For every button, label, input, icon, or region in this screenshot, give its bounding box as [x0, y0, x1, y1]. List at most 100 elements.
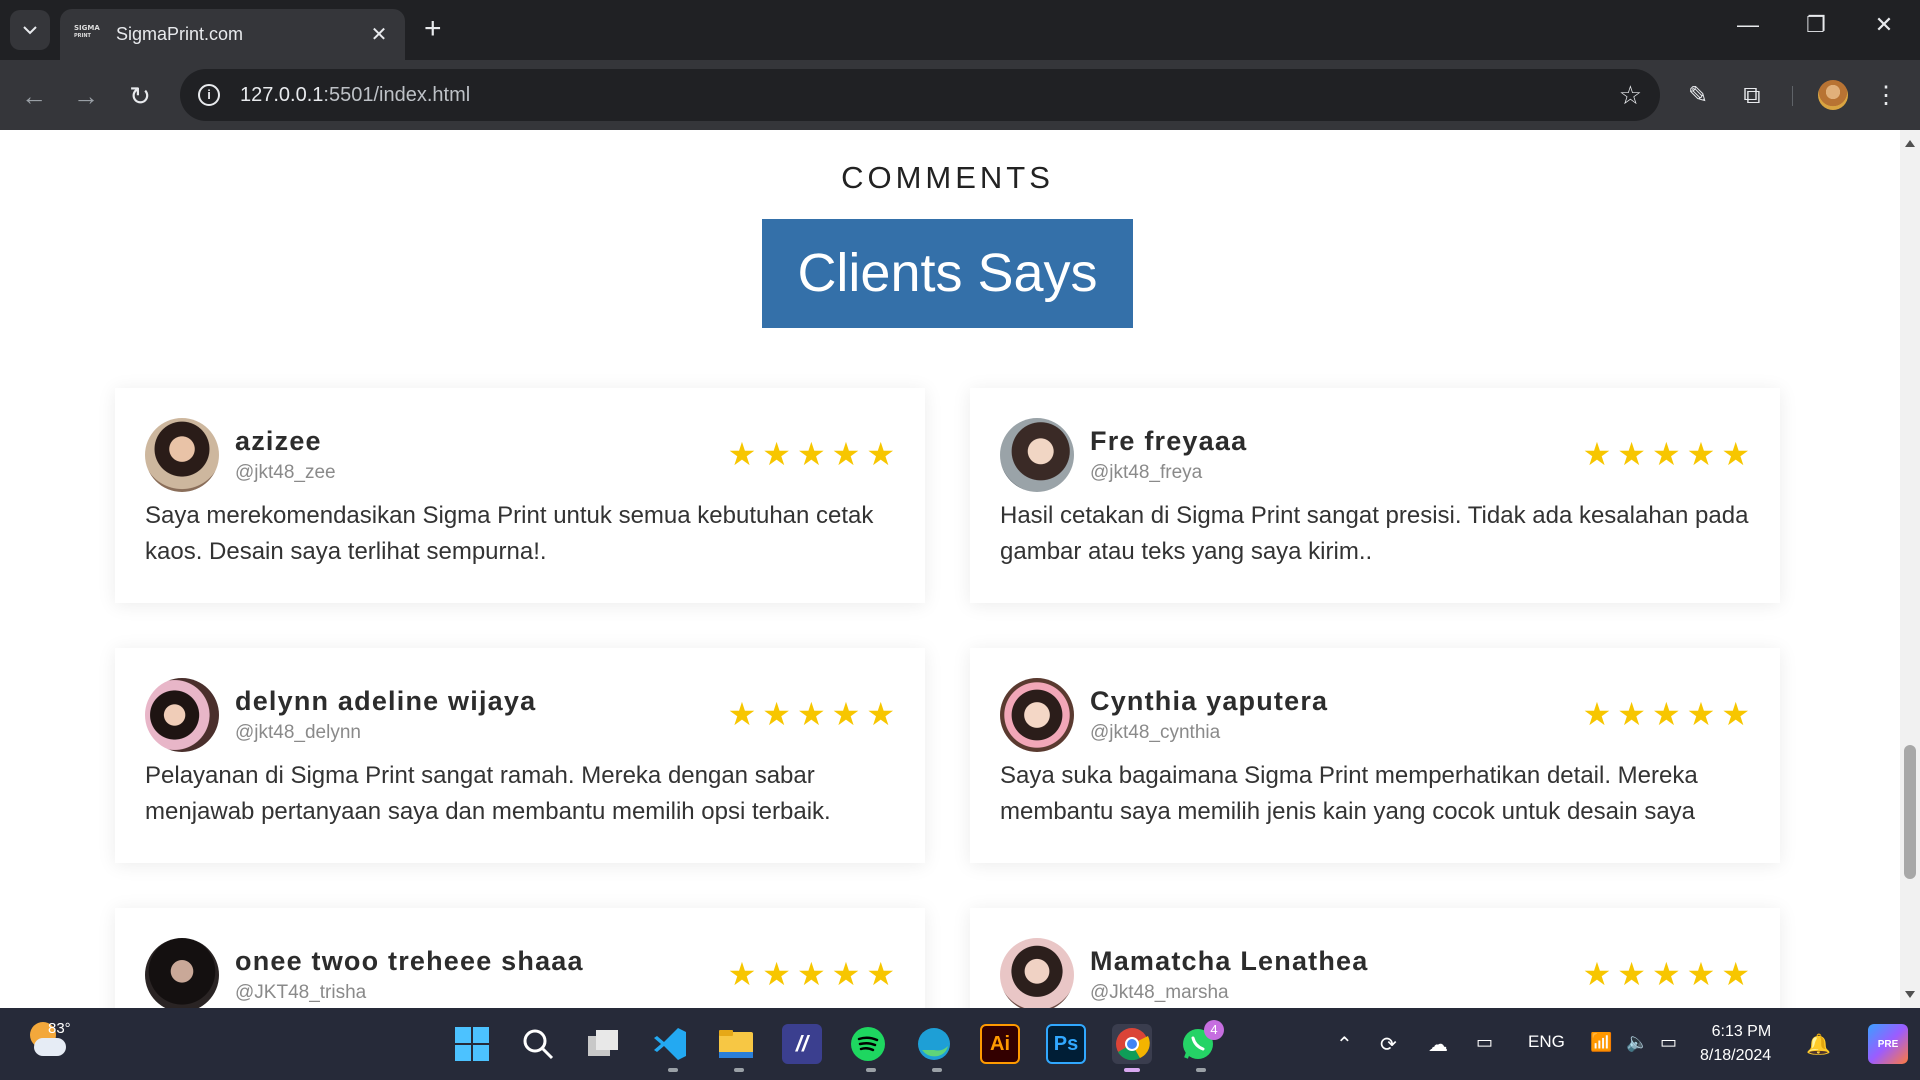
avatar [1000, 938, 1074, 1008]
star-icon: ★ [831, 436, 861, 472]
comment-text: Saya merekomendasikan Sigma Print untuk … [145, 502, 874, 565]
star-icon: ★ [831, 696, 861, 732]
windows-start-icon[interactable] [452, 1024, 492, 1064]
star-rating: ★ ★ ★ ★ ★ [728, 698, 895, 730]
search-icon[interactable] [518, 1024, 558, 1064]
comment-card: azizee @jkt48_zee ★ ★ ★ ★ ★ Saya merekomenda… [115, 388, 925, 603]
extensions-icon[interactable]: ⧉ [1732, 76, 1772, 116]
menu-kebab-icon[interactable]: ⋮ [1866, 76, 1906, 116]
running-indicator [734, 1068, 744, 1072]
running-indicator [866, 1068, 876, 1072]
section-eyebrow: COMMENTS [841, 160, 1054, 195]
illustrator-icon[interactable]: Ai [980, 1024, 1020, 1064]
running-indicator [668, 1068, 678, 1072]
star-icon: ★ [762, 956, 791, 992]
reload-icon[interactable]: ↻ [120, 76, 160, 116]
input-language[interactable]: ENG [1528, 1032, 1565, 1052]
wifi-icon[interactable]: 📶 [1590, 1032, 1612, 1053]
edge-icon[interactable] [914, 1024, 954, 1064]
star-rating: ★ ★ ★ ★ ★ [1583, 698, 1750, 730]
commenter-handle: @jkt48_cynthia [1090, 722, 1221, 743]
star-icon: ★ [1686, 436, 1716, 472]
browser-toolbar: ← → ↻ i 127.0.0.1:5501/index.html ☆ ✎ ⧉ … [0, 60, 1920, 130]
profile-avatar[interactable] [1818, 80, 1848, 110]
tab-search-button[interactable] [10, 10, 50, 50]
browser-titlebar: SIGMA PRINT SigmaPrint.com ✕ + — ❐ ✕ [0, 0, 1920, 60]
volume-icon[interactable]: 🔈 [1626, 1032, 1648, 1053]
comment-card: delynn adeline wijaya @jkt48_delynn ★ ★ ★ ★… [115, 648, 925, 863]
taskbar-clock[interactable]: 6:13 PM 8/18/2024 [1700, 1020, 1771, 1068]
star-icon: ★ [1651, 956, 1681, 992]
clients-says-banner: Clients Says [762, 219, 1133, 328]
chrome-icon[interactable] [1112, 1024, 1152, 1064]
avatar [145, 418, 219, 492]
task-view-icon[interactable] [584, 1024, 624, 1064]
comment-text: Hasil cetakan di Sigma Print sangat pres… [1000, 502, 1749, 565]
photoshop-icon[interactable]: Ps [1046, 1024, 1086, 1064]
sync-icon[interactable]: ⟳ [1380, 1032, 1397, 1057]
comment-card: Cynthia yaputera @jkt48_cynthia ★ ★ ★ ★ ★ Sa… [970, 648, 1780, 863]
battery-icon[interactable]: ▭ [1660, 1032, 1677, 1053]
url-text[interactable]: 127.0.0.1:5501/index.html [240, 84, 1619, 107]
page-scrollbar[interactable] [1900, 130, 1920, 1008]
star-icon: ★ [1651, 436, 1681, 472]
vscode-icon[interactable] [650, 1024, 690, 1064]
browser-tab[interactable]: SIGMA PRINT SigmaPrint.com ✕ [60, 9, 405, 60]
new-tab-button[interactable]: + [424, 14, 442, 44]
display-icon[interactable]: ▭ [1476, 1032, 1493, 1053]
bookmark-star-icon[interactable]: ☆ [1619, 80, 1642, 111]
site-info-icon[interactable]: i [198, 84, 220, 106]
close-tab-icon[interactable]: ✕ [367, 22, 391, 47]
star-icon: ★ [796, 956, 826, 992]
clock-time: 6:13 PM [1711, 1023, 1772, 1040]
star-icon: ★ [1582, 436, 1612, 472]
back-arrow-icon[interactable]: ← [14, 76, 54, 116]
commenter-name: Fre freyaaa [1090, 426, 1248, 456]
star-icon: ★ [866, 696, 895, 732]
restore-icon[interactable]: ❐ [1796, 12, 1836, 38]
avatar [145, 678, 219, 752]
star-icon: ★ [1686, 956, 1716, 992]
commenter-handle: @jkt48_delynn [235, 722, 361, 743]
copilot-icon[interactable]: PRE [1868, 1024, 1908, 1064]
star-icon: ★ [866, 956, 895, 992]
eyedropper-icon[interactable]: ✎ [1678, 76, 1718, 116]
star-icon: ★ [831, 956, 861, 992]
scrollbar-thumb[interactable] [1904, 745, 1916, 879]
file-explorer-icon[interactable] [716, 1024, 756, 1064]
onedrive-cloud-icon[interactable]: ☁ [1428, 1032, 1448, 1057]
star-icon: ★ [727, 696, 757, 732]
show-hidden-icons-chevron-icon[interactable]: ⌃ [1336, 1032, 1353, 1057]
chevron-down-icon [23, 25, 37, 34]
star-icon: ★ [1686, 696, 1716, 732]
comment-text: Saya suka bagaimana Sigma Print memperha… [1000, 762, 1698, 825]
scroll-up-arrow-icon[interactable] [1905, 140, 1915, 147]
comment-card: onee twoo treheee shaaa @JKT48_trisha ★ ★… [115, 908, 925, 1008]
star-icon: ★ [762, 436, 791, 472]
commenter-name: Mamatcha Lenathea [1090, 946, 1369, 976]
scroll-down-arrow-icon[interactable] [1905, 991, 1915, 998]
tab-title: SigmaPrint.com [116, 24, 244, 44]
star-rating: ★ ★ ★ ★ ★ [728, 958, 895, 990]
close-window-icon[interactable]: ✕ [1864, 12, 1904, 38]
star-icon: ★ [1582, 956, 1612, 992]
url-path: :5501/index.html [323, 83, 471, 106]
star-icon: ★ [727, 956, 757, 992]
notification-bell-icon[interactable]: 🔔 [1806, 1032, 1831, 1057]
comment-card: Mamatcha Lenathea @Jkt48_marsha ★ ★ ★ ★ ★ [970, 908, 1780, 1008]
favicon-text-top: SIGMA [74, 23, 100, 32]
address-bar[interactable]: i 127.0.0.1:5501/index.html ☆ [180, 69, 1660, 121]
star-icon: ★ [1721, 696, 1750, 732]
favicon-text-bottom: PRINT [74, 32, 91, 39]
commenter-name: onee twoo treheee shaaa [235, 946, 584, 976]
commenter-handle: @jkt48_zee [235, 462, 336, 483]
star-icon: ★ [1582, 696, 1612, 732]
forward-arrow-icon[interactable]: → [66, 76, 106, 116]
star-icon: ★ [1617, 436, 1646, 472]
star-icon: ★ [1721, 436, 1750, 472]
spotify-icon[interactable] [848, 1024, 888, 1064]
toolbar-divider [1792, 86, 1793, 106]
app-launcher-icon[interactable]: // [782, 1024, 822, 1064]
avatar [145, 938, 219, 1008]
minimize-icon[interactable]: — [1728, 12, 1768, 38]
